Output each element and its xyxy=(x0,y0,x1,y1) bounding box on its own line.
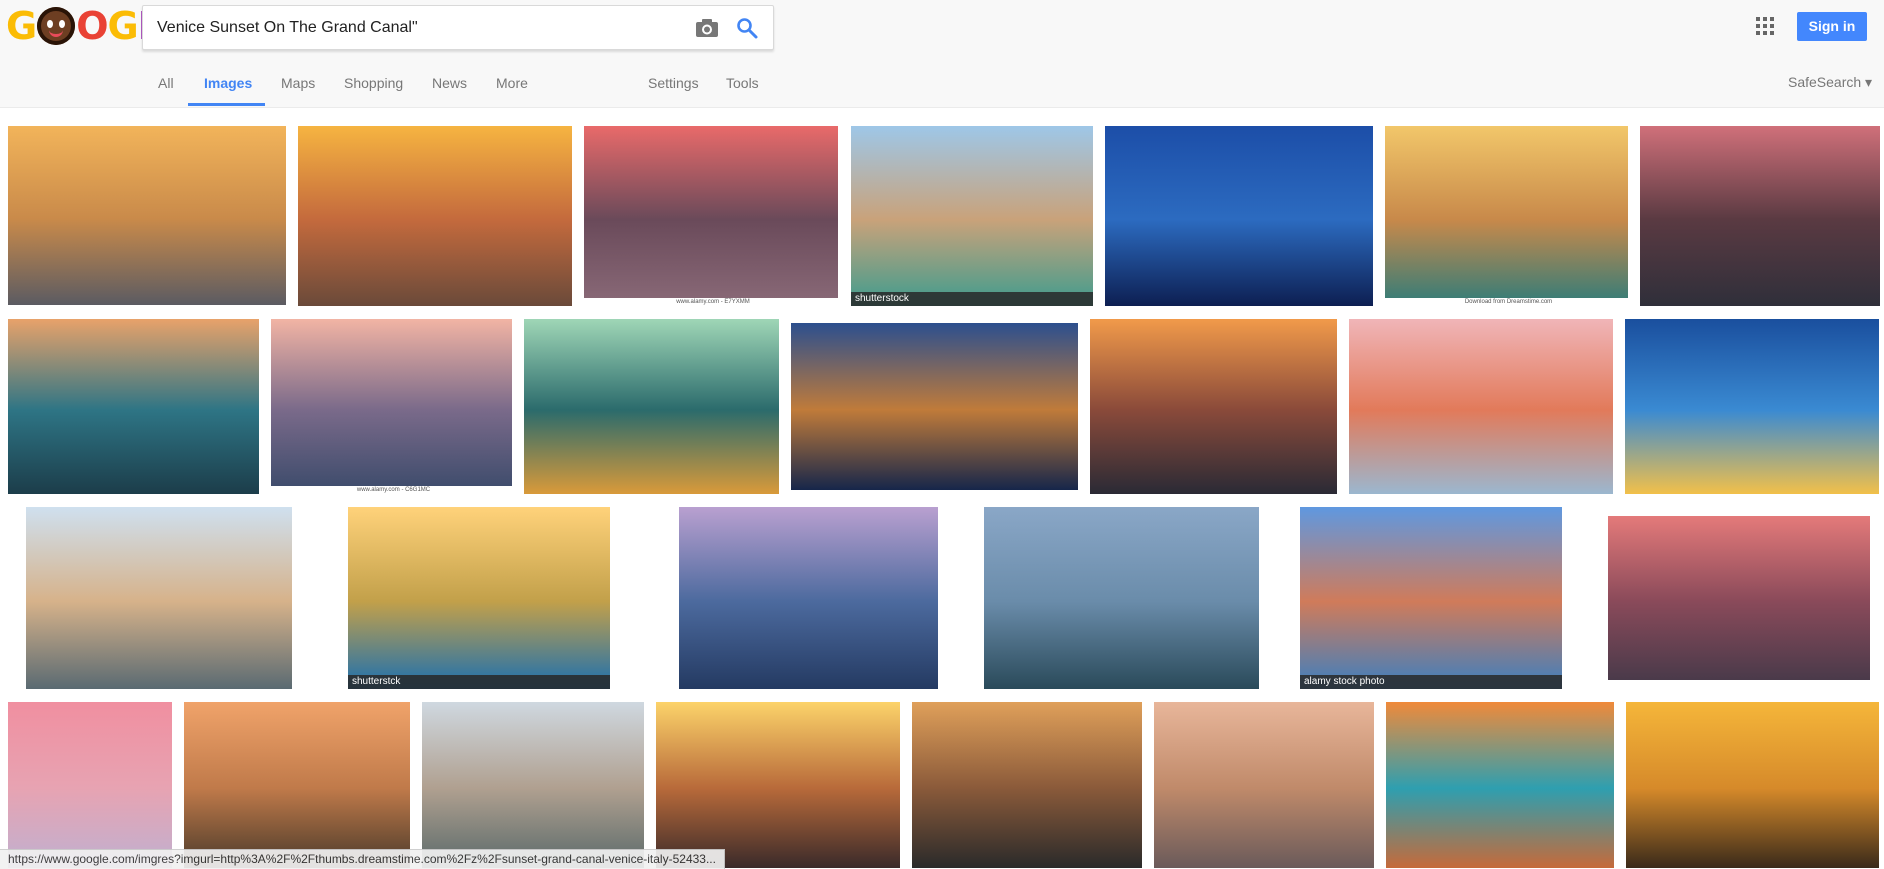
logo-letter-g: G xyxy=(6,4,37,48)
image-result[interactable] xyxy=(1154,702,1374,868)
image-watermark-caption: www.alamy.com - E7YXMM xyxy=(584,298,838,306)
image-result[interactable] xyxy=(8,126,286,305)
tab-all[interactable]: All xyxy=(158,75,174,91)
image-result[interactable] xyxy=(679,507,938,689)
search-input[interactable] xyxy=(157,6,677,49)
image-watermark-caption: www.alamy.com - C6G1MC xyxy=(271,486,512,494)
tools-link[interactable]: Tools xyxy=(726,75,759,91)
image-result[interactable]: www.alamy.com - C6G1MC xyxy=(271,319,512,494)
image-result[interactable] xyxy=(8,702,172,868)
image-result[interactable] xyxy=(1626,702,1879,868)
safesearch-dropdown[interactable]: SafeSearch ▾ xyxy=(1788,74,1872,91)
image-result[interactable]: alamy stock photo xyxy=(1300,507,1562,689)
image-result[interactable] xyxy=(8,319,259,494)
image-result[interactable] xyxy=(184,702,410,868)
image-result[interactable] xyxy=(1090,319,1337,494)
logo-letter-g2: G xyxy=(107,4,139,48)
apps-grid-icon[interactable] xyxy=(1756,17,1774,35)
tab-maps[interactable]: Maps xyxy=(281,75,315,91)
status-bar-url: https://www.google.com/imgres?imgurl=htt… xyxy=(0,849,725,869)
image-result[interactable] xyxy=(1105,126,1373,306)
image-result[interactable] xyxy=(1625,319,1879,494)
image-result[interactable] xyxy=(422,702,644,868)
image-result[interactable]: shutterstock xyxy=(851,126,1093,306)
settings-link[interactable]: Settings xyxy=(648,75,699,91)
logo-letter-o: O xyxy=(76,4,108,48)
image-result[interactable] xyxy=(656,702,900,868)
image-result[interactable] xyxy=(1386,702,1614,868)
image-result[interactable] xyxy=(791,323,1078,490)
image-watermark-caption: Download from Dreamstime.com xyxy=(1385,298,1628,306)
tab-shopping[interactable]: Shopping xyxy=(344,75,403,91)
image-watermark-caption: shutterstock xyxy=(851,292,1093,306)
active-tab-indicator xyxy=(188,103,265,106)
image-result[interactable] xyxy=(984,507,1259,689)
top-bar: G O G L E Sign in All Images Maps Shoppi… xyxy=(0,0,1884,108)
image-result[interactable] xyxy=(26,507,292,689)
camera-icon[interactable] xyxy=(695,17,719,39)
image-result[interactable] xyxy=(298,126,572,306)
tab-images[interactable]: Images xyxy=(204,75,252,91)
tab-news[interactable]: News xyxy=(432,75,467,91)
sign-in-button[interactable]: Sign in xyxy=(1797,12,1867,41)
image-result[interactable] xyxy=(1608,516,1870,680)
image-watermark-caption: shutterstck xyxy=(348,675,610,689)
image-result[interactable]: Download from Dreamstime.com xyxy=(1385,126,1628,306)
image-result[interactable] xyxy=(1640,126,1880,306)
image-result[interactable] xyxy=(1349,319,1613,494)
image-watermark-caption: alamy stock photo xyxy=(1300,675,1562,689)
image-result[interactable]: shutterstck xyxy=(348,507,610,689)
search-icon[interactable] xyxy=(735,16,759,40)
search-box xyxy=(142,5,774,50)
image-result[interactable]: www.alamy.com - E7YXMM xyxy=(584,126,838,306)
tab-more[interactable]: More xyxy=(496,75,528,91)
image-result[interactable] xyxy=(912,702,1142,868)
image-result[interactable] xyxy=(524,319,779,494)
doodle-face-icon xyxy=(37,7,76,45)
